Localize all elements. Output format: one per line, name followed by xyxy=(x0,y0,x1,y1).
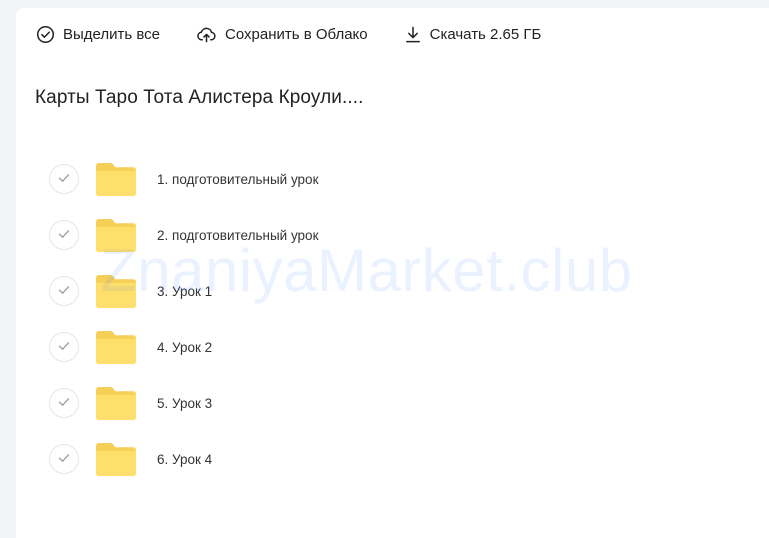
folder-title: Карты Таро Тота Алистера Кроули.... xyxy=(35,87,364,108)
check-circle-icon xyxy=(36,25,63,44)
list-item[interactable]: 4. Урок 2 xyxy=(49,319,749,375)
list-item[interactable]: 2. подготовительный урок xyxy=(49,207,749,263)
save-to-cloud-label: Сохранить в Облако xyxy=(225,25,368,43)
item-name: 2. подготовительный урок xyxy=(157,227,319,243)
file-panel: Выделить все Сохранить в Облако Скачать … xyxy=(16,8,769,538)
folder-icon xyxy=(96,330,136,364)
save-to-cloud-button[interactable]: Сохранить в Облако xyxy=(196,25,368,44)
folder-icon xyxy=(96,162,136,196)
item-checkbox[interactable] xyxy=(49,444,79,474)
item-checkbox[interactable] xyxy=(49,220,79,250)
file-list: 1. подготовительный урок 2. подготовител… xyxy=(49,151,749,487)
folder-icon xyxy=(96,274,136,308)
checkmark-icon xyxy=(58,338,70,356)
list-item[interactable]: 5. Урок 3 xyxy=(49,375,749,431)
folder-icon xyxy=(96,442,136,476)
item-checkbox[interactable] xyxy=(49,332,79,362)
checkmark-icon xyxy=(58,226,70,244)
item-name: 3. Урок 1 xyxy=(157,283,213,299)
item-name: 1. подготовительный урок xyxy=(157,171,319,187)
select-all-label: Выделить все xyxy=(63,25,161,43)
list-item[interactable]: 6. Урок 4 xyxy=(49,431,749,487)
list-item[interactable]: 1. подготовительный урок xyxy=(49,151,749,207)
item-checkbox[interactable] xyxy=(49,388,79,418)
item-name: 6. Урок 4 xyxy=(157,451,213,467)
select-all-button[interactable]: Выделить все xyxy=(36,25,160,44)
list-item[interactable]: 3. Урок 1 xyxy=(49,263,749,319)
checkmark-icon xyxy=(58,282,70,300)
checkmark-icon xyxy=(58,450,70,468)
cloud-upload-icon xyxy=(196,25,225,44)
download-label: Скачать 2.65 ГБ xyxy=(429,25,542,43)
checkmark-icon xyxy=(58,394,70,412)
folder-icon xyxy=(96,218,136,252)
download-icon xyxy=(404,25,430,44)
folder-icon xyxy=(96,386,136,420)
download-button[interactable]: Скачать 2.65 ГБ xyxy=(404,25,542,44)
item-checkbox[interactable] xyxy=(49,276,79,306)
item-name: 4. Урок 2 xyxy=(157,339,213,355)
checkmark-icon xyxy=(58,170,70,188)
toolbar: Выделить все Сохранить в Облако Скачать … xyxy=(36,22,577,46)
item-checkbox[interactable] xyxy=(49,164,79,194)
item-name: 5. Урок 3 xyxy=(157,395,213,411)
